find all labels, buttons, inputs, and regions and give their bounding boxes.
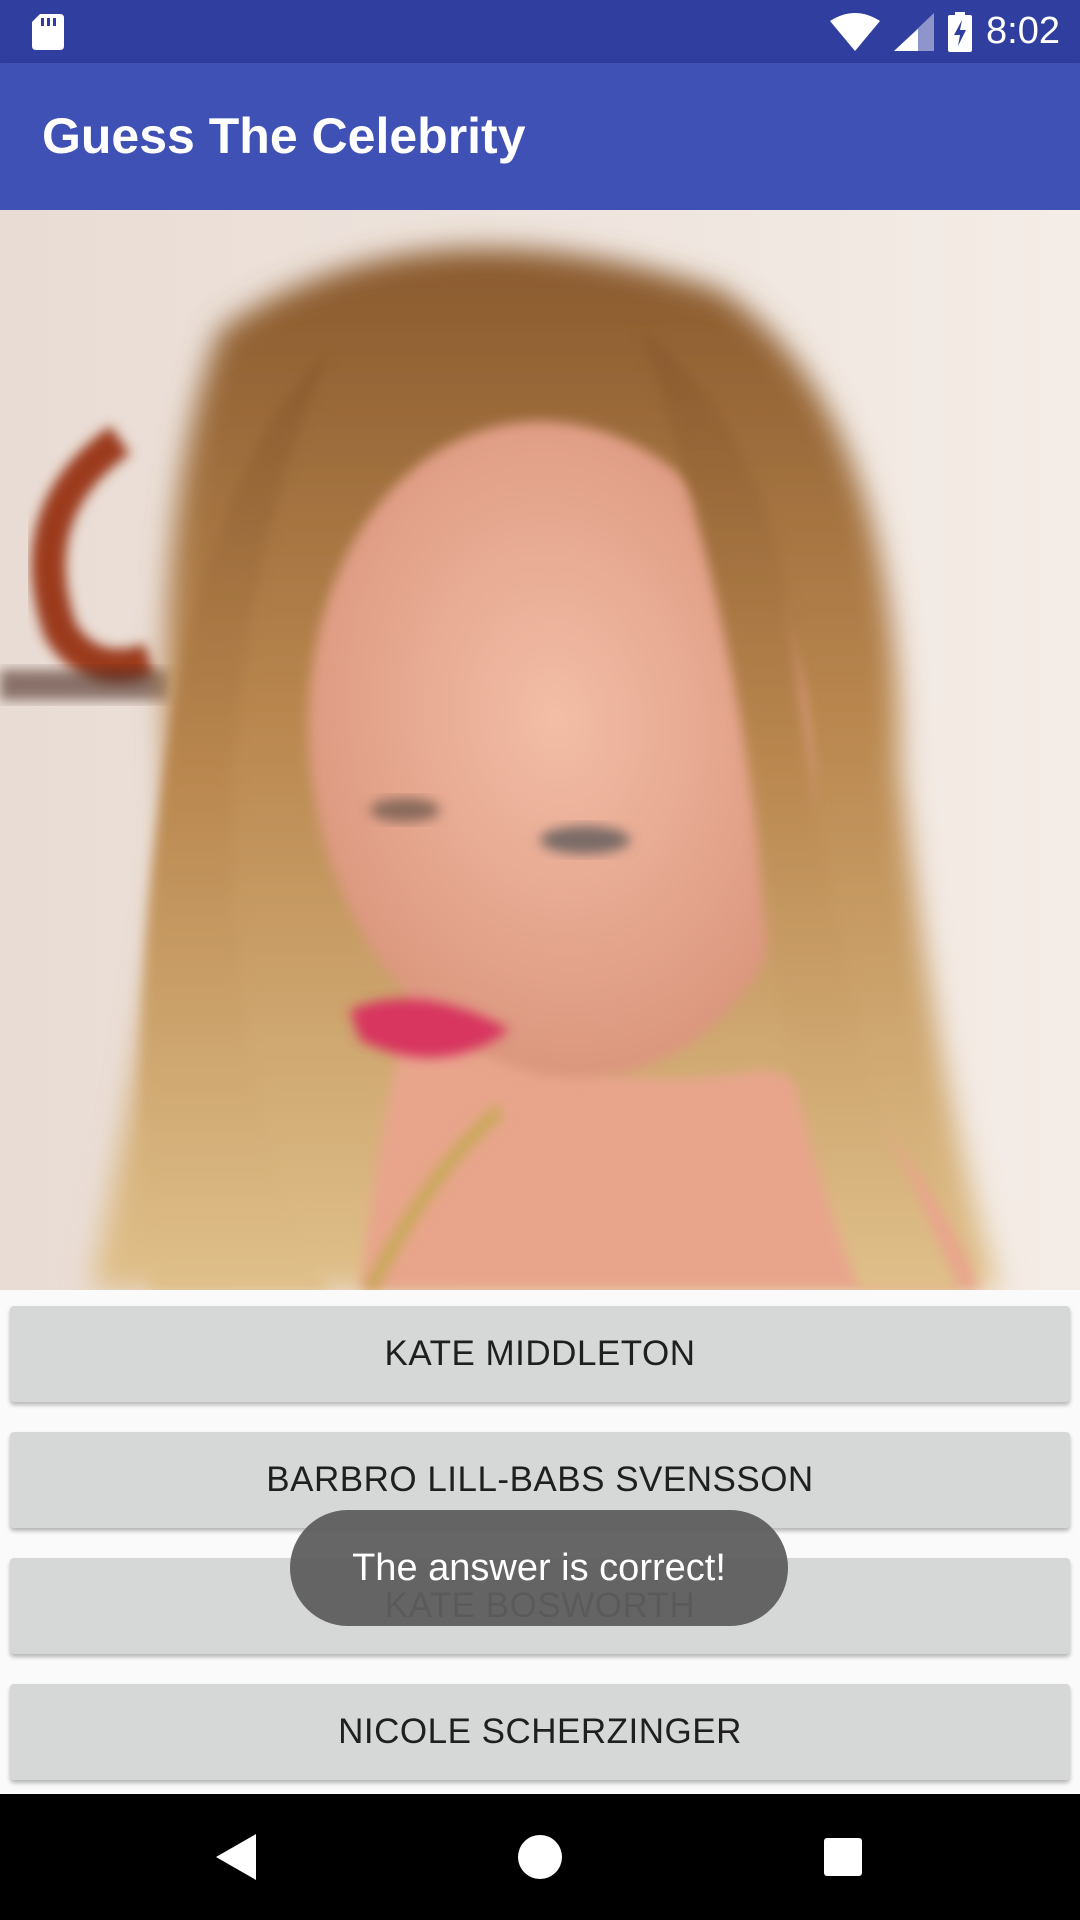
navigation-bar	[0, 1794, 1080, 1920]
battery-charging-icon	[948, 11, 973, 52]
wifi-icon	[830, 12, 881, 51]
toast-message: The answer is correct!	[290, 1510, 788, 1626]
back-icon[interactable]	[206, 1826, 268, 1888]
app-title: Guess The Celebrity	[42, 108, 526, 164]
status-bar: 8:02	[0, 0, 1080, 63]
signal-icon	[894, 12, 935, 51]
status-icons: 8:02	[830, 0, 1060, 63]
answer-button-4[interactable]: NICOLE SCHERZINGER	[10, 1684, 1070, 1780]
status-time: 8:02	[986, 10, 1060, 52]
app-bar: Guess The Celebrity	[0, 63, 1080, 210]
celebrity-photo-illustration	[0, 248, 1000, 1290]
home-icon[interactable]	[509, 1826, 571, 1888]
recents-icon[interactable]	[812, 1826, 874, 1888]
sd-card-icon	[32, 14, 64, 50]
celebrity-photo	[0, 210, 1080, 1290]
answer-button-1[interactable]: KATE MIDDLETON	[10, 1306, 1070, 1402]
